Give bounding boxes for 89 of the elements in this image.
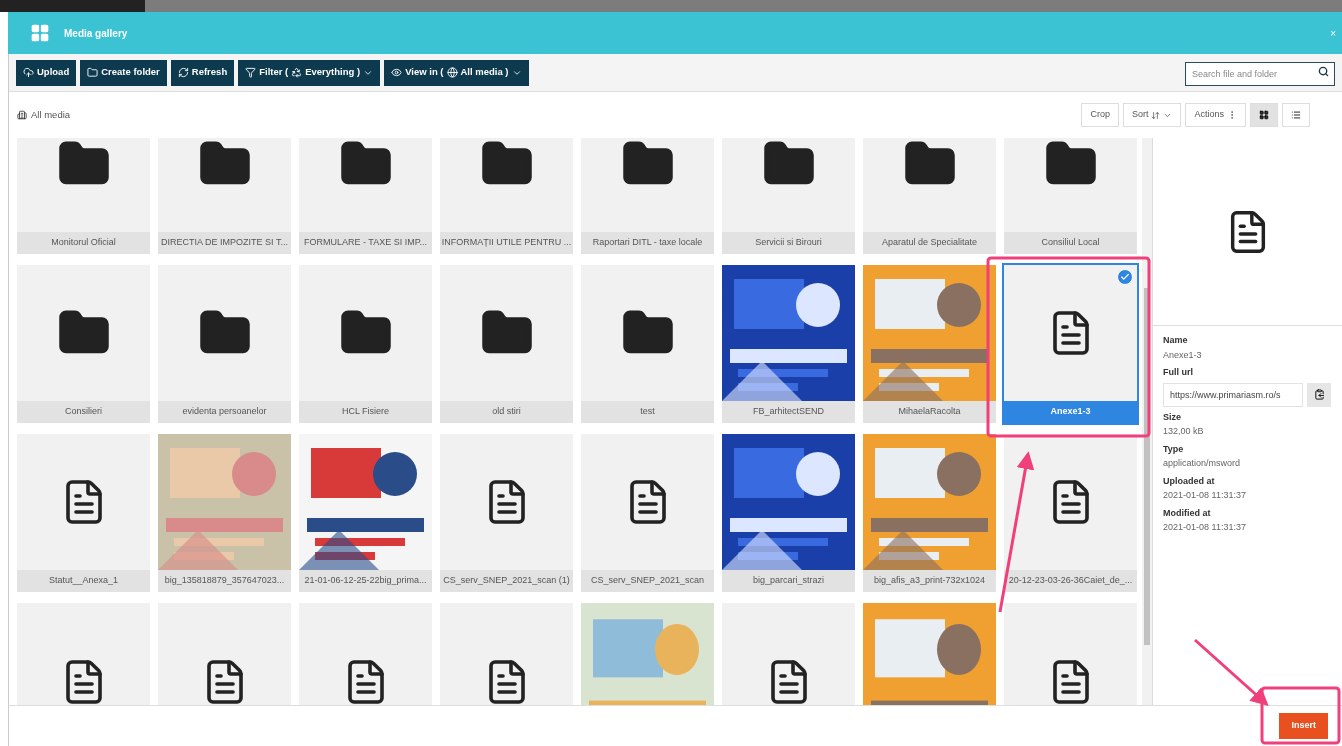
tile-label: Servicii si Birouri — [722, 232, 855, 254]
view-toggle[interactable] — [1250, 103, 1278, 127]
field-label: Size — [1163, 410, 1182, 424]
search-field[interactable]: Search file and folder — [1185, 61, 1335, 86]
media-tile[interactable]: Consiliul Local — [1004, 138, 1137, 254]
gallery-icon — [30, 23, 50, 43]
toolbar-button[interactable]: Upload — [16, 59, 77, 86]
media-tile[interactable]: old stiri — [440, 265, 573, 423]
media-tile[interactable]: Aparatul de Specialitate — [863, 138, 996, 254]
tile-label: Anexe1-3 — [1004, 401, 1137, 423]
tile-label: CS_serv_SNEP_2021_scan — [581, 570, 714, 592]
field-value: application/msword — [1163, 457, 1242, 470]
tile-label: 21-01-06-12-25-22big_prima... — [299, 570, 432, 592]
scrollbar[interactable] — [1142, 138, 1152, 705]
dialog-title: Media gallery — [64, 26, 128, 41]
tile-label: Statut__Anexa_1 — [17, 570, 150, 592]
view-toggle[interactable] — [1282, 103, 1310, 127]
tile-label: 20-12-23-03-26-36Caiet_de_... — [1004, 570, 1137, 592]
check-icon — [1117, 269, 1133, 285]
button-icon — [23, 67, 34, 78]
button-icon — [446, 67, 458, 78]
toolbar-button[interactable]: Create folder — [80, 59, 167, 86]
tile-label: DIRECTIA DE IMPOZITE SI T... — [158, 232, 291, 254]
grid-icon — [1259, 110, 1269, 120]
copy-button[interactable] — [1307, 382, 1331, 407]
field-value: 2021-01-08 11:31:37 — [1163, 521, 1247, 534]
button-icon — [177, 67, 189, 78]
action-button[interactable]: Crop — [1081, 103, 1119, 127]
tile-label: big_parcari_strazi — [722, 570, 855, 592]
media-tile[interactable]: Statut__Anexa_1 — [17, 434, 150, 592]
tile-label: old stiri — [440, 401, 573, 423]
button-icon — [391, 67, 403, 78]
toolbar-button[interactable]: Refresh — [170, 59, 235, 86]
media-tile[interactable]: CS_serv_SNEP_2021_scan (1) — [440, 434, 573, 592]
field-value: 2021-01-08 11:31:37 — [1163, 489, 1247, 502]
tile-label: CS_serv_SNEP_2021_scan (1) — [440, 570, 573, 592]
tile-label: MihaelaRacolta — [863, 401, 996, 423]
media-tile[interactable]: FB_arhitectSEND — [722, 265, 855, 423]
media-tile[interactable]: Consilieri — [17, 265, 150, 423]
tile-label: Aparatul de Specialitate — [863, 232, 996, 254]
tile-label: INFORMAȚII UTILE PENTRU ... — [440, 232, 573, 254]
action-button[interactable]: Sort — [1122, 103, 1182, 127]
media-tile[interactable]: HCL Fisiere — [299, 265, 432, 423]
field-value: Anexe1-3 — [1163, 348, 1203, 362]
field-label: Uploaded at — [1163, 474, 1216, 488]
toolbar-button[interactable]: Filter ( Everything ) — [238, 59, 381, 86]
tile-label: big_135818879_357647023... — [158, 570, 291, 592]
tile-label: Raportari DITL - taxe locale — [581, 232, 714, 254]
media-tile[interactable]: Servicii si Birouri — [722, 138, 855, 254]
tile-label: FB_arhitectSEND — [722, 401, 855, 423]
media-tile[interactable]: test — [581, 265, 714, 423]
button-icon — [87, 67, 99, 78]
tile-label: Consilieri — [17, 401, 150, 423]
tile-label: evidenta persoanelor — [158, 401, 291, 423]
media-tile[interactable]: INFORMAȚII UTILE PENTRU ... — [440, 138, 573, 254]
field-label: Name — [1163, 334, 1189, 347]
media-tile[interactable]: Monitorul Oficial — [17, 138, 150, 254]
media-tile[interactable]: big_parcari_strazi — [722, 434, 855, 592]
media-tile[interactable]: MihaelaRacolta — [863, 265, 996, 423]
sort-icon — [1151, 110, 1161, 120]
search-icon — [1318, 65, 1329, 77]
tile-label: HCL Fisiere — [299, 401, 432, 423]
url-field[interactable]: https://www.primariasm.ro/s — [1163, 382, 1303, 407]
tile-label: test — [581, 401, 714, 423]
field-label: Full url — [1163, 366, 1194, 379]
button-icon — [245, 67, 257, 78]
tile-label: Consiliul Local — [1004, 232, 1137, 254]
media-tile[interactable]: big_afis_a3_print-732x1024 — [863, 434, 996, 592]
media-tile[interactable]: FORMULARE - TAXE SI IMP... — [299, 138, 432, 254]
field-label: Modified at — [1163, 506, 1212, 520]
media-tile[interactable]: DIRECTIA DE IMPOZITE SI T... — [158, 138, 291, 254]
clipboard-icon — [1313, 389, 1325, 400]
insert-button[interactable]: Insert — [1279, 713, 1328, 739]
media-tile[interactable]: Anexe1-3 — [1004, 265, 1137, 423]
action-button[interactable]: Actions — [1185, 103, 1246, 127]
media-tile[interactable]: Raportari DITL - taxe locale — [581, 138, 714, 254]
breadcrumb[interactable]: All media — [31, 107, 71, 123]
media-tile[interactable]: CS_serv_SNEP_2021_scan — [581, 434, 714, 592]
toolbar-button[interactable]: View in ( All media ) — [384, 59, 529, 86]
tile-label: Monitorul Oficial — [17, 232, 150, 254]
media-tile[interactable]: 20-12-23-03-26-36Caiet_de_... — [1004, 434, 1137, 592]
button-icon — [291, 67, 303, 78]
media-tile[interactable]: big_135818879_357647023... — [158, 434, 291, 592]
media-tile[interactable]: evidenta persoanelor — [158, 265, 291, 423]
list-icon — [1291, 110, 1301, 120]
tile-label: big_afis_a3_print-732x1024 — [863, 570, 996, 592]
field-value: 132,00 kB — [1163, 425, 1205, 438]
field-label: Type — [1163, 442, 1185, 456]
tile-label: FORMULARE - TAXE SI IMP... — [299, 232, 432, 254]
